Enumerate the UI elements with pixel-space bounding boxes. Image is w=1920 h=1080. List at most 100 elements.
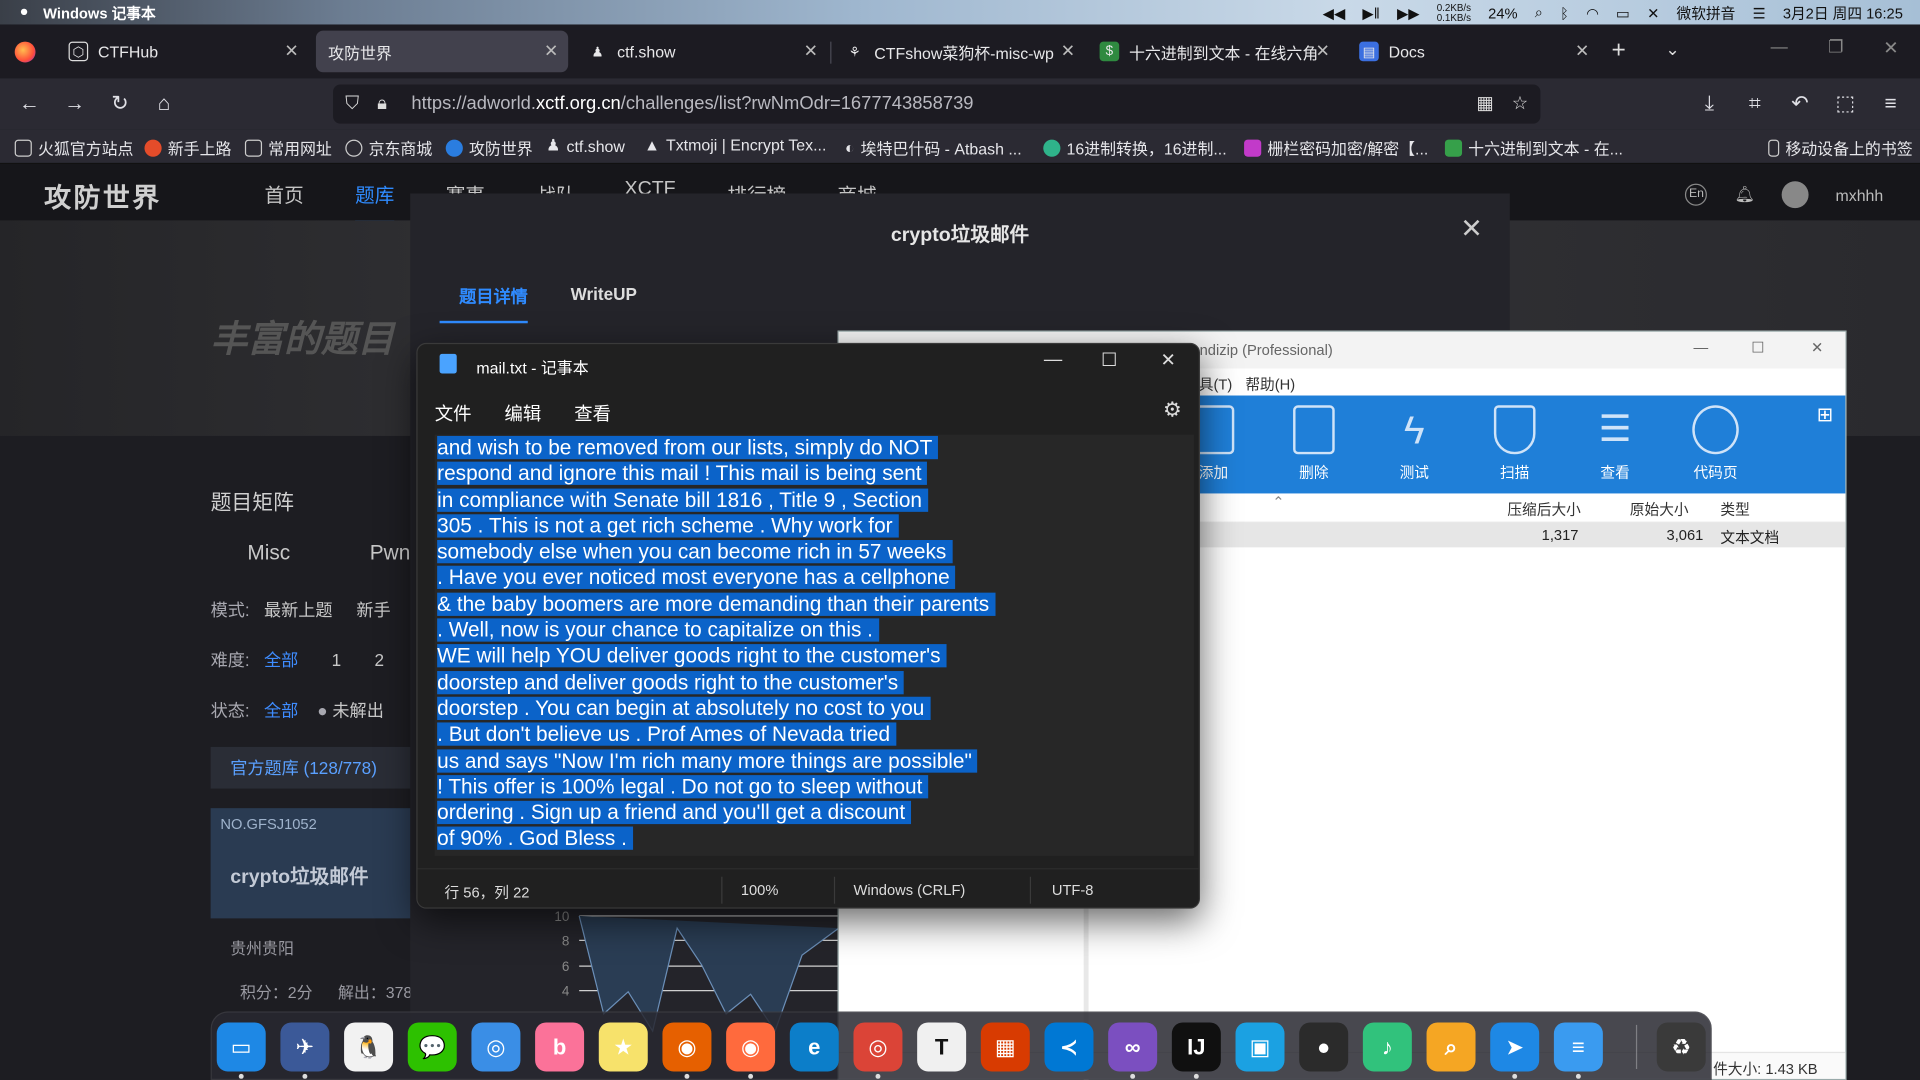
bookmark-item[interactable]: 十六进制到文本 - 在... bbox=[1444, 136, 1623, 159]
bookmark-item[interactable]: 16进制转换，16进制... bbox=[1043, 136, 1227, 159]
back-button[interactable]: ← bbox=[15, 89, 44, 118]
wechat-icon[interactable]: 💬 bbox=[407, 1022, 457, 1072]
media-play-icon[interactable]: ▶‖ bbox=[1362, 4, 1379, 21]
bilibili-icon[interactable]: b bbox=[535, 1022, 585, 1072]
bookmark-item[interactable]: 新手上路 bbox=[144, 136, 231, 159]
menu-icon[interactable]: ≡ bbox=[1876, 89, 1905, 118]
battery-percent[interactable]: 24% bbox=[1488, 4, 1517, 21]
site-logo[interactable]: 攻防世界 bbox=[44, 176, 162, 215]
tab-ctfhub[interactable]: ⬡ CTFHub ✕ bbox=[56, 31, 308, 73]
difficulty-all[interactable]: 全部 bbox=[264, 650, 298, 670]
mode-latest[interactable]: 最新上题 bbox=[264, 600, 333, 620]
sort-arrow-icon[interactable]: ⌃ bbox=[1272, 493, 1284, 510]
office-icon[interactable]: ▦ bbox=[980, 1022, 1030, 1072]
avatar[interactable] bbox=[1781, 181, 1809, 209]
menu-help[interactable]: 帮助(H) bbox=[1245, 373, 1295, 394]
status-unsolved[interactable]: 未解出 bbox=[332, 700, 383, 720]
qr-code-icon[interactable]: ▦ bbox=[1477, 84, 1494, 123]
bookmark-item[interactable]: 常用网址 bbox=[244, 136, 332, 159]
nav-home[interactable]: 首页 bbox=[264, 179, 303, 208]
mode-newbie[interactable]: 新手 bbox=[356, 600, 390, 620]
close-window-button[interactable]: ✕ bbox=[1883, 37, 1898, 59]
menu-file[interactable]: 文件 bbox=[435, 400, 472, 426]
lock-icon[interactable]: 🔒︎ bbox=[377, 84, 387, 123]
close-icon[interactable]: ✕ bbox=[544, 40, 558, 61]
forward-button[interactable]: → bbox=[60, 89, 89, 118]
menu-tools[interactable]: 具(T) bbox=[1199, 373, 1232, 394]
col-type[interactable]: 类型 bbox=[1720, 498, 1749, 519]
stickies-icon[interactable]: ★ bbox=[598, 1022, 648, 1072]
reload-button[interactable]: ↻ bbox=[105, 89, 134, 118]
gear-icon[interactable]: ⚙ bbox=[1163, 398, 1182, 422]
close-icon[interactable]: ✕ bbox=[1460, 213, 1483, 245]
status-all[interactable]: 全部 bbox=[264, 700, 298, 720]
bookmark-item[interactable]: ▲ Txtmoji | Encrypt Tex... bbox=[644, 136, 826, 154]
firefox-icon[interactable] bbox=[14, 41, 36, 63]
desktop-icon[interactable]: ▭ bbox=[216, 1022, 266, 1072]
qq-icon[interactable]: 🐧 bbox=[344, 1022, 394, 1072]
edge-icon[interactable]: e bbox=[789, 1022, 839, 1072]
bluetooth-icon[interactable]: ᛒ bbox=[1560, 4, 1569, 21]
visual-studio-icon[interactable]: ∞ bbox=[1108, 1022, 1158, 1072]
bell-icon[interactable]: 🔔︎ bbox=[1734, 185, 1754, 205]
test-button[interactable]: ϟ 测试 bbox=[1378, 405, 1451, 482]
home-button[interactable]: ⌂ bbox=[149, 89, 178, 118]
tab-ctfshow-wp[interactable]: ⚘ CTFshow菜狗杯-misc-wp ✕ bbox=[833, 31, 1085, 73]
close-icon[interactable]: ✕ bbox=[1061, 40, 1075, 61]
close-icon[interactable]: ✕ bbox=[1575, 40, 1589, 61]
undo-icon[interactable]: ↶ bbox=[1785, 89, 1814, 118]
bookmark-star-icon[interactable]: ☆ bbox=[1512, 84, 1528, 123]
apple-icon[interactable]: ● bbox=[20, 2, 29, 23]
box-icon[interactable]: ▣ bbox=[1235, 1022, 1285, 1072]
chevron-down-icon[interactable]: ⌄ bbox=[1665, 39, 1679, 60]
bookmark-item[interactable]: 栅栏密码加密/解密【... bbox=[1244, 136, 1428, 159]
url-bar[interactable]: ⛉ 🔒︎ https://adworld.xctf.org.cn/challen… bbox=[333, 84, 1541, 124]
scan-button[interactable]: 扫描 bbox=[1478, 405, 1551, 482]
recycle-bin-icon[interactable]: ♻ bbox=[1656, 1022, 1706, 1072]
music-icon[interactable]: ♪ bbox=[1362, 1022, 1412, 1072]
firefox-icon[interactable]: ◉ bbox=[662, 1022, 712, 1072]
close-button[interactable]: ✕ bbox=[1811, 339, 1823, 356]
bookmark-item[interactable]: ♟ ctf.show bbox=[546, 136, 625, 156]
minimize-button[interactable]: — bbox=[1025, 349, 1081, 378]
bookmark-item[interactable]: 移动设备上的书签 bbox=[1768, 136, 1913, 159]
nav-challenges[interactable]: 题库 bbox=[355, 179, 395, 223]
notepad-icon[interactable]: ≡ bbox=[1553, 1022, 1603, 1072]
chrome-icon[interactable]: ◎ bbox=[853, 1022, 903, 1072]
layout-icon[interactable]: ⊞ bbox=[1817, 403, 1833, 427]
text-editor[interactable]: and wish to be removed from our lists, s… bbox=[434, 434, 1194, 856]
view-button[interactable]: ☰ 查看 bbox=[1578, 405, 1651, 482]
crop-icon[interactable]: ⌗ bbox=[1740, 89, 1769, 118]
username[interactable]: mxhhh bbox=[1835, 186, 1883, 204]
delete-button[interactable]: 删除 bbox=[1277, 405, 1350, 482]
tab-docs[interactable]: ▤ Docs ✕ bbox=[1347, 31, 1599, 73]
mute-icon[interactable]: ✕ bbox=[1647, 4, 1659, 21]
launchpad-icon[interactable]: ✈ bbox=[280, 1022, 330, 1072]
tab-ctfshow[interactable]: ♟ ctf.show ✕ bbox=[576, 31, 828, 73]
active-app-name[interactable]: Windows 记事本 bbox=[43, 2, 156, 23]
col-compressed[interactable]: 压缩后大小 bbox=[1507, 498, 1580, 519]
menu-edit[interactable]: 编辑 bbox=[504, 400, 541, 426]
firefox-dev-icon[interactable]: ◉ bbox=[726, 1022, 776, 1072]
col-original[interactable]: 原始大小 bbox=[1630, 498, 1689, 519]
control-center-icon[interactable]: ☰ bbox=[1752, 4, 1765, 21]
media-prev-icon[interactable]: ◀◀ bbox=[1323, 4, 1346, 21]
official-bank-tab[interactable]: 官方题库 (128/778) bbox=[210, 746, 419, 789]
feishu-icon[interactable]: ➤ bbox=[1490, 1022, 1540, 1072]
tab-hex-to-text[interactable]: $ 十六进制到文本 - 在线六角 ✕ bbox=[1087, 31, 1339, 73]
typora-icon[interactable]: T bbox=[917, 1022, 967, 1072]
bookmark-item[interactable]: ◐ 埃特巴什码 - Atbash ... bbox=[845, 136, 1022, 159]
tab-writeup[interactable]: WriteUP bbox=[571, 284, 637, 304]
obs-icon[interactable]: ● bbox=[1299, 1022, 1349, 1072]
shield-icon[interactable]: ⛉ bbox=[345, 84, 359, 123]
search-icon[interactable]: ⌕ bbox=[1426, 1022, 1476, 1072]
display-icon[interactable]: ▭ bbox=[1616, 4, 1630, 21]
close-button[interactable]: ✕ bbox=[1140, 349, 1196, 378]
tab-detail[interactable]: 题目详情 bbox=[459, 284, 528, 308]
difficulty-1[interactable]: 1 bbox=[332, 650, 342, 670]
media-next-icon[interactable]: ▶▶ bbox=[1397, 4, 1420, 21]
bookmark-item[interactable]: 京东商城 bbox=[345, 136, 432, 159]
close-icon[interactable]: ✕ bbox=[804, 40, 818, 61]
new-tab-button[interactable]: + bbox=[1611, 37, 1625, 65]
tab-misc[interactable]: Misc bbox=[247, 541, 290, 565]
